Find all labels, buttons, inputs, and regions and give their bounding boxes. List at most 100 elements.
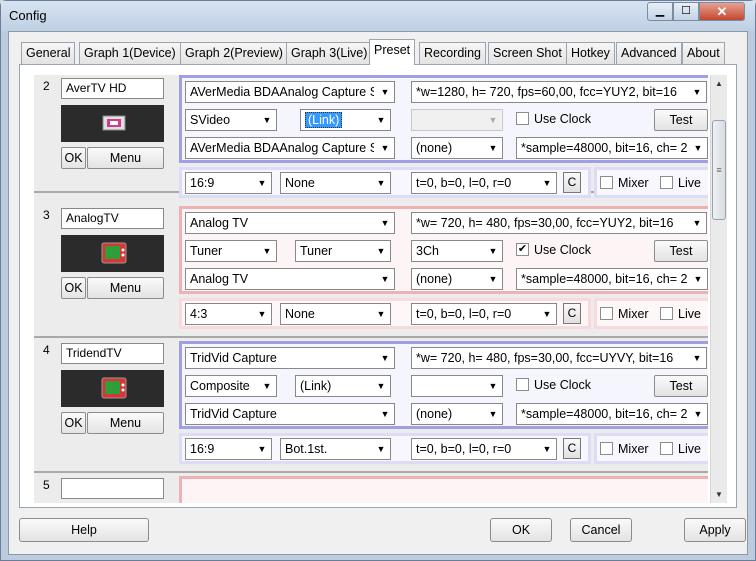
video-format-select[interactable]: *w= 720, h= 480, fps=30,00, fcc=UYVY, bi… xyxy=(411,347,707,369)
audio-format-select[interactable]: *sample=48000, bit=16, ch= 2 ▼ xyxy=(516,268,708,290)
tab-preset[interactable]: Preset xyxy=(369,39,416,65)
input-select[interactable]: Tuner ▼ xyxy=(185,240,277,262)
scroll-up-icon[interactable]: ▲ xyxy=(711,75,727,92)
tab-general[interactable]: General xyxy=(21,42,76,64)
chevron-down-icon: ▼ xyxy=(380,409,390,419)
crossbar-select[interactable]: (Link) ▼ xyxy=(300,109,391,131)
ok-button[interactable]: OK xyxy=(61,277,86,299)
maximize-button[interactable]: ☐ xyxy=(673,2,699,21)
menu-button[interactable]: Menu xyxy=(87,277,164,299)
chevron-down-icon: ▼ xyxy=(376,381,386,391)
live-checkbox[interactable]: Live xyxy=(660,307,701,323)
crop-config-button[interactable]: C xyxy=(563,438,581,459)
use-clock-checkbox[interactable]: ✔ Use Clock xyxy=(516,243,591,259)
close-button[interactable]: ✕ xyxy=(699,2,745,21)
crop-select[interactable]: t=0, b=0, l=0, r=0 ▼ xyxy=(411,303,557,325)
channel-select[interactable]: ▼ xyxy=(411,375,503,397)
use-clock-checkbox[interactable]: Use Clock xyxy=(516,112,591,128)
video-device-select[interactable]: AVerMedia BDAAnalog Capture Se ▼ xyxy=(185,81,395,103)
preset-name-input[interactable]: TridendTV xyxy=(61,343,164,364)
minimize-button[interactable]: ▁ xyxy=(647,2,673,21)
crossbar-select[interactable]: (Link) ▼ xyxy=(295,375,391,397)
chevron-down-icon: ▼ xyxy=(376,246,386,256)
chevron-down-icon: ▼ xyxy=(376,115,386,125)
audio-device-select[interactable]: AVerMedia BDAAnalog Capture Se ▼ xyxy=(185,137,395,159)
audio-source-select[interactable]: (none) ▼ xyxy=(411,137,503,159)
preset-number: 5 xyxy=(43,478,50,492)
audio-format-select[interactable]: *sample=48000, bit=16, ch= 2 ▼ xyxy=(516,137,708,159)
ok-button[interactable]: OK xyxy=(61,147,86,169)
menu-button[interactable]: Menu xyxy=(87,412,164,434)
test-button[interactable]: Test xyxy=(654,240,708,262)
hdmi-plug-icon xyxy=(102,115,126,131)
checkbox-icon xyxy=(516,112,529,125)
preset-row-partial: 5 xyxy=(34,473,708,503)
live-checkbox[interactable]: Live xyxy=(660,176,701,192)
ok-dialog-button[interactable]: OK xyxy=(490,518,552,542)
tab-hotkey[interactable]: Hotkey xyxy=(566,42,615,64)
tab-graph2-preview[interactable]: Graph 2(Preview) xyxy=(180,42,288,64)
crop-config-button[interactable]: C xyxy=(563,303,581,324)
help-button[interactable]: Help xyxy=(19,518,149,542)
scroll-thumb[interactable]: ≡ xyxy=(712,120,726,220)
preset-list[interactable]: 2 AverTV HD OK Menu AVerMedia BDAAnalog … xyxy=(34,75,708,503)
crop-select[interactable]: t=0, b=0, l=0, r=0 ▼ xyxy=(411,438,557,460)
crop-select[interactable]: t=0, b=0, l=0, r=0 ▼ xyxy=(411,172,557,194)
live-checkbox[interactable]: Live xyxy=(660,442,701,458)
aspect-select[interactable]: 16:9 ▼ xyxy=(185,172,272,194)
tab-graph3-live[interactable]: Graph 3(Live) xyxy=(286,42,373,64)
aspect-select[interactable]: 4:3 ▼ xyxy=(185,303,272,325)
chevron-down-icon: ▼ xyxy=(380,218,390,228)
cancel-button[interactable]: Cancel xyxy=(570,518,632,542)
preset-number: 4 xyxy=(43,343,50,357)
apply-button[interactable]: Apply xyxy=(684,518,746,542)
close-icon: ✕ xyxy=(716,4,728,19)
deinterlace-select[interactable]: None ▼ xyxy=(280,303,391,325)
mixer-checkbox[interactable]: Mixer xyxy=(600,176,649,192)
ok-button[interactable]: OK xyxy=(61,412,86,434)
audio-source-select[interactable]: (none) ▼ xyxy=(411,403,503,425)
tab-advanced[interactable]: Advanced xyxy=(616,42,682,64)
channel-select[interactable]: 3Ch ▼ xyxy=(411,240,503,262)
mixer-checkbox[interactable]: Mixer xyxy=(600,307,649,323)
output-group: 16:9 ▼ Bot.1st. ▼ t=0, b=0, l=0, r=0 ▼ C xyxy=(179,433,591,464)
title-bar[interactable]: Config ▁ ☐ ✕ xyxy=(1,1,755,31)
audio-source-select[interactable]: (none) ▼ xyxy=(411,268,503,290)
mixer-checkbox[interactable]: Mixer xyxy=(600,442,649,458)
tab-recording[interactable]: Recording xyxy=(419,42,486,64)
audio-device-select[interactable]: TridVid Capture ▼ xyxy=(185,403,395,425)
video-format-select[interactable]: *w=1280, h= 720, fps=60,00, fcc=YUY2, bi… xyxy=(411,81,707,103)
chevron-down-icon: ▼ xyxy=(257,444,267,454)
chevron-down-icon: ▼ xyxy=(380,143,390,153)
menu-button[interactable]: Menu xyxy=(87,147,164,169)
preset-name-input[interactable]: AnalogTV xyxy=(61,208,164,229)
video-device-select[interactable]: Analog TV ▼ xyxy=(185,212,395,234)
input-select[interactable]: SVideo ▼ xyxy=(185,109,277,131)
channel-select[interactable]: ▼ xyxy=(411,109,503,131)
crop-config-button[interactable]: C xyxy=(563,172,581,193)
checkbox-icon xyxy=(660,307,673,320)
deinterlace-select[interactable]: None ▼ xyxy=(280,172,391,194)
preset-name-input[interactable] xyxy=(61,478,164,499)
vertical-scrollbar[interactable]: ▲ ≡ ▼ xyxy=(710,75,727,503)
audio-format-select[interactable]: *sample=48000, bit=16, ch= 2 ▼ xyxy=(516,403,708,425)
chevron-down-icon: ▼ xyxy=(542,309,552,319)
video-device-select[interactable]: TridVid Capture ▼ xyxy=(185,347,395,369)
video-format-select[interactable]: *w= 720, h= 480, fps=30,00, fcc=YUY2, bi… xyxy=(411,212,707,234)
audio-device-select[interactable]: Analog TV ▼ xyxy=(185,268,395,290)
scroll-down-icon[interactable]: ▼ xyxy=(711,486,727,503)
chevron-down-icon: ▼ xyxy=(693,409,703,419)
tab-about[interactable]: About xyxy=(682,42,725,64)
tab-graph1-device[interactable]: Graph 1(Device) xyxy=(79,42,181,64)
preset-name-input[interactable]: AverTV HD xyxy=(61,78,164,99)
test-button[interactable]: Test xyxy=(654,109,708,131)
input-select[interactable]: Composite ▼ xyxy=(185,375,277,397)
aspect-select[interactable]: 16:9 ▼ xyxy=(185,438,272,460)
test-button[interactable]: Test xyxy=(654,375,708,397)
mix-live-group: Mixer Live xyxy=(594,298,708,329)
tab-screen-shot[interactable]: Screen Shot xyxy=(488,42,567,64)
crossbar-select[interactable]: Tuner ▼ xyxy=(295,240,391,262)
use-clock-checkbox[interactable]: Use Clock xyxy=(516,378,591,394)
deinterlace-select[interactable]: Bot.1st. ▼ xyxy=(280,438,391,460)
device-group: AVerMedia BDAAnalog Capture Se ▼ *w=1280,… xyxy=(179,75,708,163)
